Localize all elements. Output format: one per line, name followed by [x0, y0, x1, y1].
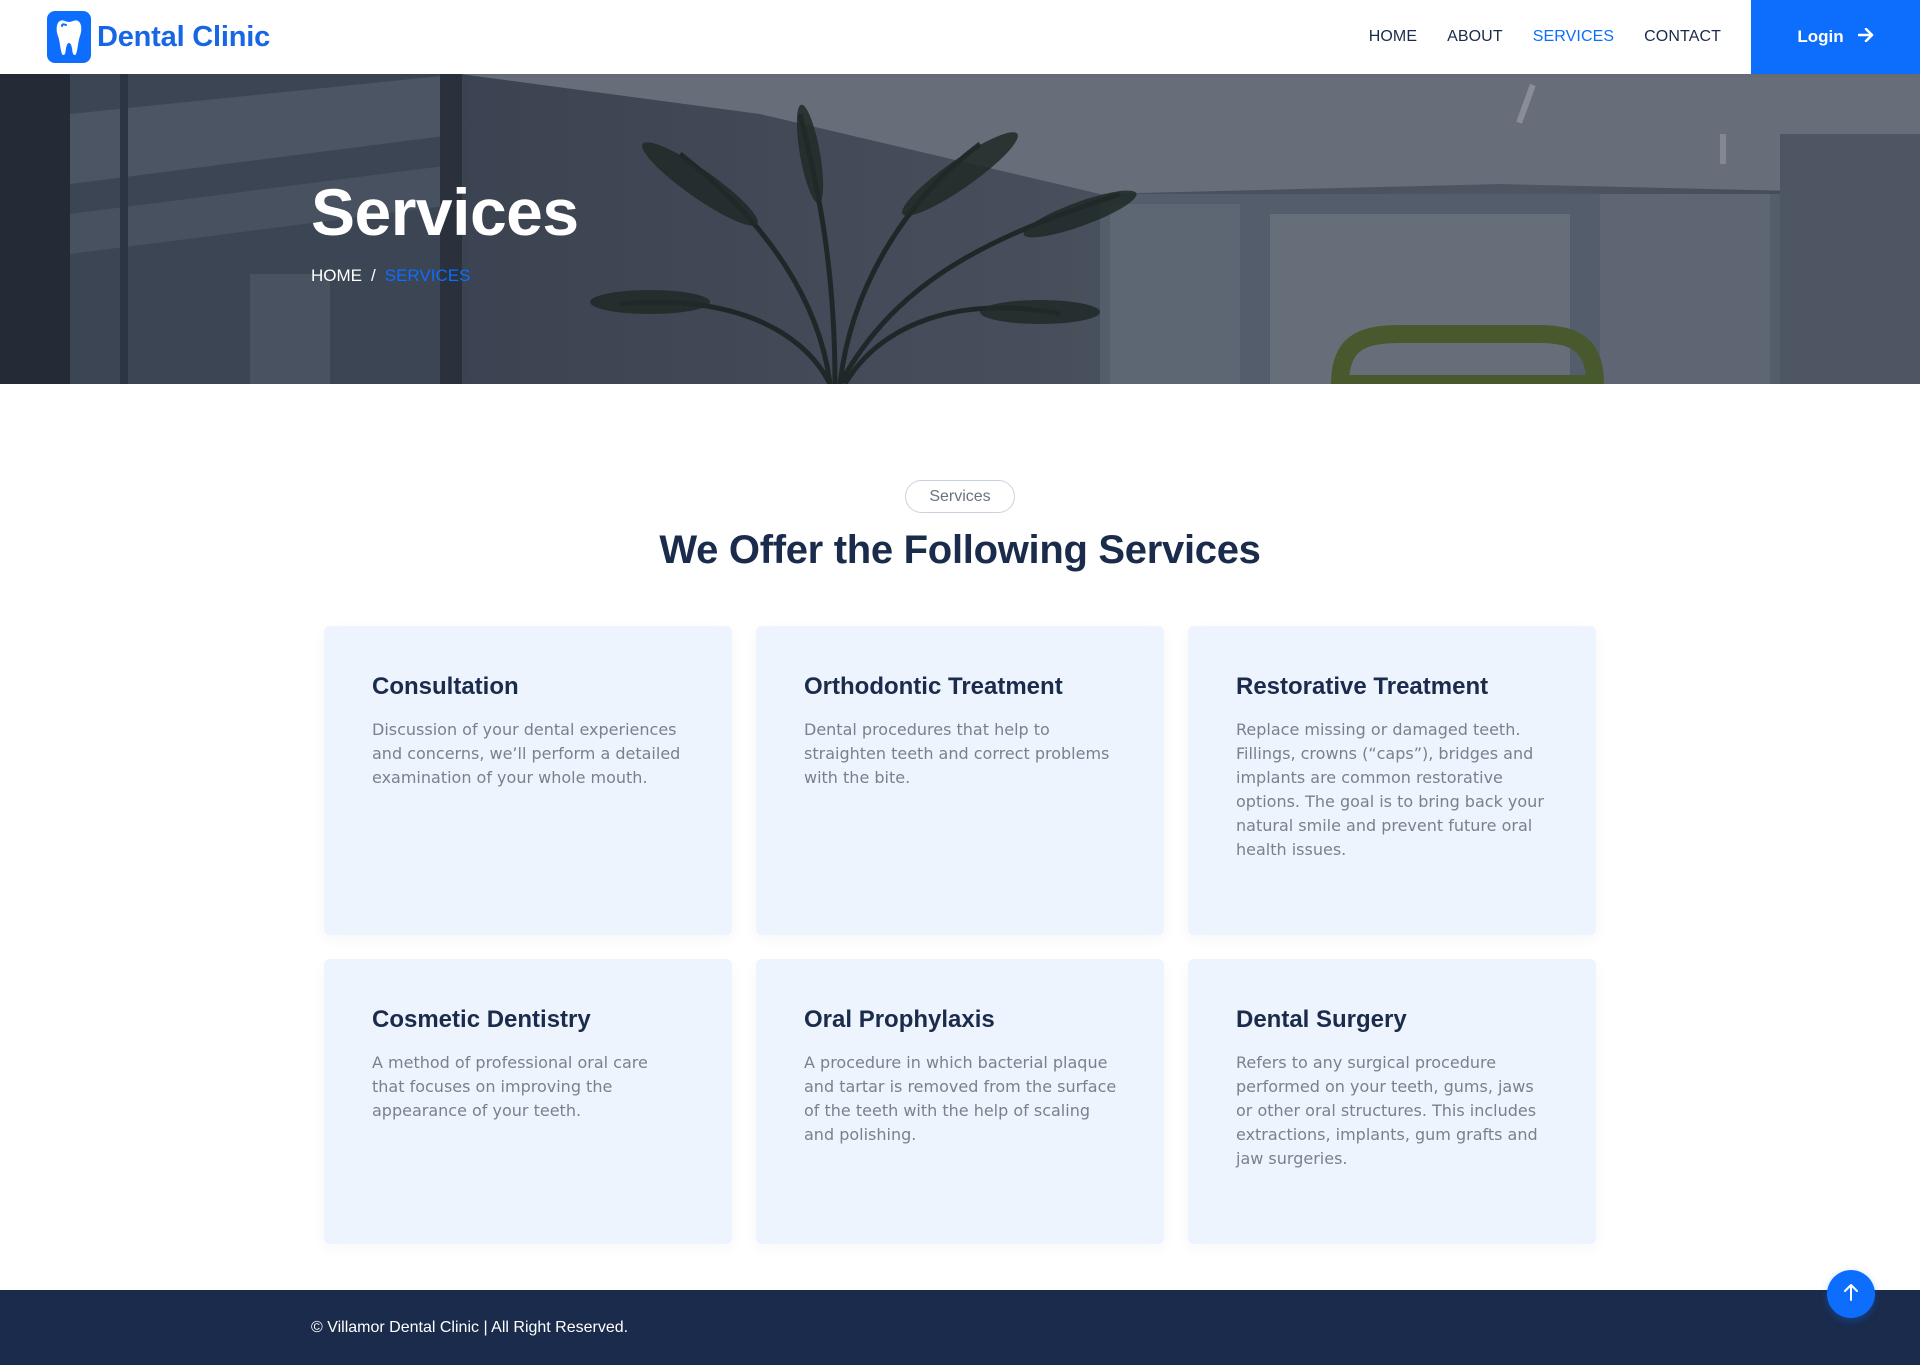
service-card-title: Consultation — [372, 673, 519, 700]
service-card-title: Restorative Treatment — [1236, 673, 1489, 700]
back-to-top-button[interactable] — [1827, 1270, 1875, 1318]
service-card-description: Discussion of your dental experiences an… — [372, 720, 681, 787]
nav-contact[interactable]: CONTACT — [1644, 28, 1721, 46]
main-nav: HOME ABOUT SERVICES CONTACT Login — [1369, 0, 1920, 74]
service-card-title: Oral Prophylaxis — [804, 1006, 995, 1033]
breadcrumb-separator: / — [371, 266, 376, 285]
services-grid: Consultation Discussion of your dental e… — [324, 626, 1596, 1244]
navbar: Dental Clinic HOME ABOUT SERVICES CONTAC… — [0, 0, 1920, 74]
service-card-title: Cosmetic Dentistry — [372, 1006, 591, 1033]
service-card-orthodontic: Orthodontic Treatment Dental procedures … — [756, 626, 1164, 935]
footer: © Villamor Dental Clinic | All Right Res… — [0, 1290, 1920, 1365]
copyright-text: © Villamor Dental Clinic | All Right Res… — [311, 1318, 629, 1336]
arrow-right-icon — [1857, 27, 1874, 47]
page-hero: Services HOME / SERVICES — [0, 74, 1920, 384]
service-card-description: A procedure in which bacterial plaque an… — [804, 1053, 1117, 1144]
nav-about[interactable]: ABOUT — [1447, 28, 1503, 46]
tooth-icon — [47, 11, 91, 63]
service-card-description: Dental procedures that help to straighte… — [804, 720, 1110, 787]
page-title: Services — [311, 175, 579, 249]
service-card-consultation: Consultation Discussion of your dental e… — [324, 626, 732, 935]
service-card-description: Refers to any surgical procedure perform… — [1236, 1053, 1538, 1168]
login-button[interactable]: Login — [1751, 0, 1920, 74]
section-title: We Offer the Following Services — [659, 528, 1261, 572]
arrow-up-icon — [1843, 1282, 1859, 1307]
section-badge: Services — [905, 480, 1015, 513]
nav-services[interactable]: SERVICES — [1533, 28, 1614, 46]
breadcrumb-current: SERVICES — [384, 266, 471, 285]
service-card-title: Orthodontic Treatment — [804, 673, 1063, 700]
hero-overlay — [0, 74, 1920, 384]
breadcrumb: HOME / SERVICES — [311, 266, 470, 286]
service-card-cosmetic: Cosmetic Dentistry A method of professio… — [324, 959, 732, 1244]
service-card-prophylaxis: Oral Prophylaxis A procedure in which ba… — [756, 959, 1164, 1244]
service-card-description: Replace missing or damaged teeth. Fillin… — [1236, 720, 1544, 859]
service-card-description: A method of professional oral care that … — [372, 1053, 648, 1120]
brand-name: Dental Clinic — [97, 20, 271, 53]
nav-home[interactable]: HOME — [1369, 28, 1417, 46]
service-card-surgery: Dental Surgery Refers to any surgical pr… — [1188, 959, 1596, 1244]
breadcrumb-home[interactable]: HOME — [311, 266, 362, 286]
login-label: Login — [1797, 27, 1844, 46]
service-card-title: Dental Surgery — [1236, 1006, 1407, 1033]
brand-link[interactable]: Dental Clinic — [47, 11, 270, 63]
service-card-restorative: Restorative Treatment Replace missing or… — [1188, 626, 1596, 935]
